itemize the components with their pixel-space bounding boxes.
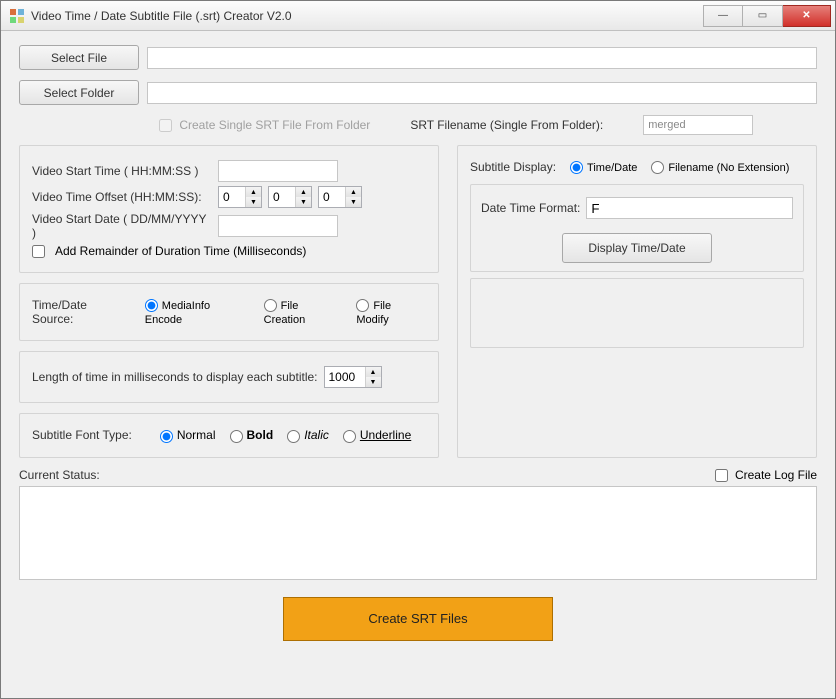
format-subpanel: Date Time Format: Display Time/Date xyxy=(470,184,804,272)
offset-hours-spinner[interactable]: ▲▼ xyxy=(218,186,262,208)
create-single-srt-label: Create Single SRT File From Folder xyxy=(179,118,370,132)
main-columns: Video Start Time ( HH:MM:SS ) Video Time… xyxy=(19,145,817,458)
select-file-button[interactable]: Select File xyxy=(19,45,139,70)
file-path-input[interactable] xyxy=(147,47,817,69)
current-status-label: Current Status: xyxy=(19,468,100,482)
subtitle-display-label: Subtitle Display: xyxy=(470,160,556,174)
font-underline-radio[interactable] xyxy=(343,430,356,443)
window-controls: — ▭ ✕ xyxy=(703,5,831,27)
display-time-date-button[interactable]: Display Time/Date xyxy=(562,233,712,263)
time-date-source-label: Time/Date Source: xyxy=(32,298,131,326)
single-srt-row: Create Single SRT File From Folder SRT F… xyxy=(19,115,817,135)
offset-m-down[interactable]: ▼ xyxy=(296,197,311,207)
create-single-srt-checkbox xyxy=(159,119,172,132)
font-italic-label[interactable]: Italic xyxy=(304,428,329,442)
select-folder-row: Select Folder xyxy=(19,80,817,105)
source-modify-radio[interactable] xyxy=(356,299,369,312)
offset-h-up[interactable]: ▲ xyxy=(246,187,261,197)
window-title: Video Time / Date Subtitle File (.srt) C… xyxy=(31,9,703,23)
create-log-checkbox[interactable] xyxy=(715,469,728,482)
display-timedate-radio[interactable] xyxy=(570,161,583,174)
video-start-time-label: Video Start Time ( HH:MM:SS ) xyxy=(32,164,212,178)
font-bold-radio[interactable] xyxy=(230,430,243,443)
srt-filename-label: SRT Filename (Single From Folder): xyxy=(410,118,603,132)
font-bold-label[interactable]: Bold xyxy=(247,428,274,442)
video-time-offset-label: Video Time Offset (HH:MM:SS): xyxy=(32,190,212,204)
display-len-up[interactable]: ▲ xyxy=(366,367,381,377)
offset-h-down[interactable]: ▼ xyxy=(246,197,261,207)
right-column: Subtitle Display: Time/Date Filename (No… xyxy=(457,145,817,458)
video-start-date-label: Video Start Date ( DD/MM/YYYY ) xyxy=(32,212,212,240)
display-length-spinner[interactable]: ▲▼ xyxy=(324,366,382,388)
offset-minutes-spinner[interactable]: ▲▼ xyxy=(268,186,312,208)
preview-panel xyxy=(470,278,804,348)
create-log-label[interactable]: Create Log File xyxy=(735,468,817,482)
video-start-time-input[interactable] xyxy=(218,160,338,182)
offset-s-down[interactable]: ▼ xyxy=(346,197,361,207)
display-filename-radio[interactable] xyxy=(651,161,664,174)
maximize-button[interactable]: ▭ xyxy=(743,5,783,27)
offset-m-up[interactable]: ▲ xyxy=(296,187,311,197)
offset-seconds-input[interactable] xyxy=(319,187,345,207)
display-length-panel: Length of time in milliseconds to displa… xyxy=(19,351,439,403)
status-textarea[interactable] xyxy=(19,486,817,580)
create-srt-button[interactable]: Create SRT Files xyxy=(283,597,553,641)
display-len-down[interactable]: ▼ xyxy=(366,377,381,387)
srt-filename-input[interactable] xyxy=(643,115,753,135)
video-time-panel: Video Start Time ( HH:MM:SS ) Video Time… xyxy=(19,145,439,273)
subtitle-display-panel: Subtitle Display: Time/Date Filename (No… xyxy=(457,145,817,458)
date-time-format-label: Date Time Format: xyxy=(481,201,580,215)
display-length-input[interactable] xyxy=(325,367,365,387)
app-window: Video Time / Date Subtitle File (.srt) C… xyxy=(0,0,836,699)
offset-hours-input[interactable] xyxy=(219,187,245,207)
font-normal-radio[interactable] xyxy=(160,430,173,443)
close-button[interactable]: ✕ xyxy=(783,5,831,27)
folder-path-input[interactable] xyxy=(147,82,817,104)
select-file-row: Select File xyxy=(19,45,817,70)
offset-minutes-input[interactable] xyxy=(269,187,295,207)
font-type-panel: Subtitle Font Type: Normal Bold Italic U… xyxy=(19,413,439,457)
create-single-srt-wrap: Create Single SRT File From Folder xyxy=(159,118,370,132)
font-normal-label[interactable]: Normal xyxy=(177,428,216,442)
font-italic-radio[interactable] xyxy=(287,430,300,443)
source-mediainfo-radio[interactable] xyxy=(145,299,158,312)
status-section: Current Status: Create Log File xyxy=(19,468,817,583)
display-timedate-label[interactable]: Time/Date xyxy=(587,162,637,174)
add-remainder-label[interactable]: Add Remainder of Duration Time (Millisec… xyxy=(55,244,306,258)
left-column: Video Start Time ( HH:MM:SS ) Video Time… xyxy=(19,145,439,458)
font-underline-label[interactable]: Underline xyxy=(360,428,411,442)
display-filename-label[interactable]: Filename (No Extension) xyxy=(668,162,789,174)
display-length-label: Length of time in milliseconds to displa… xyxy=(32,370,318,384)
date-time-format-input[interactable] xyxy=(586,197,793,219)
add-remainder-checkbox[interactable] xyxy=(32,245,45,258)
offset-seconds-spinner[interactable]: ▲▼ xyxy=(318,186,362,208)
subtitle-font-type-label: Subtitle Font Type: xyxy=(32,428,132,442)
video-start-date-input[interactable] xyxy=(218,215,338,237)
titlebar: Video Time / Date Subtitle File (.srt) C… xyxy=(1,1,835,31)
client-area: Select File Select Folder Create Single … xyxy=(1,31,835,698)
source-creation-radio[interactable] xyxy=(264,299,277,312)
offset-s-up[interactable]: ▲ xyxy=(346,187,361,197)
minimize-button[interactable]: — xyxy=(703,5,743,27)
source-panel: Time/Date Source: MediaInfo Encode File … xyxy=(19,283,439,341)
app-icon xyxy=(9,8,25,24)
select-folder-button[interactable]: Select Folder xyxy=(19,80,139,105)
